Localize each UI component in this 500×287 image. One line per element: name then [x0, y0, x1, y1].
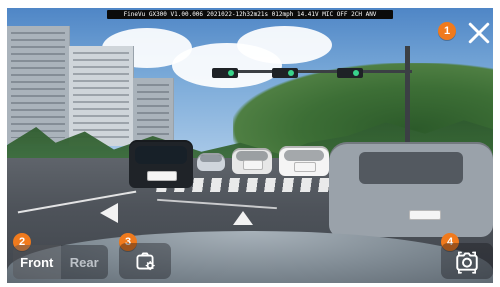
road-arrow — [233, 211, 253, 225]
front-camera-button[interactable]: Front — [13, 245, 61, 279]
car — [279, 146, 329, 176]
apartment-building — [69, 46, 134, 146]
cloud — [237, 26, 332, 64]
car — [197, 153, 225, 171]
signal-arm — [212, 70, 412, 73]
apartment-building — [7, 26, 70, 144]
car — [232, 148, 272, 174]
camera-settings-icon — [136, 252, 155, 271]
close-button[interactable] — [464, 18, 494, 48]
camera-view-toggle: Front Rear — [13, 245, 108, 279]
car — [129, 140, 193, 188]
traffic-pole — [405, 46, 410, 156]
traffic-signal — [212, 68, 238, 78]
capture-photo-button[interactable] — [441, 243, 493, 279]
camera-settings-button[interactable] — [119, 243, 171, 279]
recording-status-bar: FineVu GX300 V1.00.006 2021022-12h32m21s… — [107, 10, 393, 19]
road-arrow — [100, 203, 118, 223]
car — [329, 142, 493, 237]
traffic-signal — [337, 68, 363, 78]
close-area: 1 — [438, 18, 494, 48]
close-icon — [468, 22, 490, 44]
dashcam-video-frame — [7, 8, 493, 283]
camera-icon — [456, 251, 478, 274]
traffic-signal — [272, 68, 298, 78]
rear-camera-button[interactable]: Rear — [61, 245, 109, 279]
callout-badge-1: 1 — [438, 22, 456, 40]
